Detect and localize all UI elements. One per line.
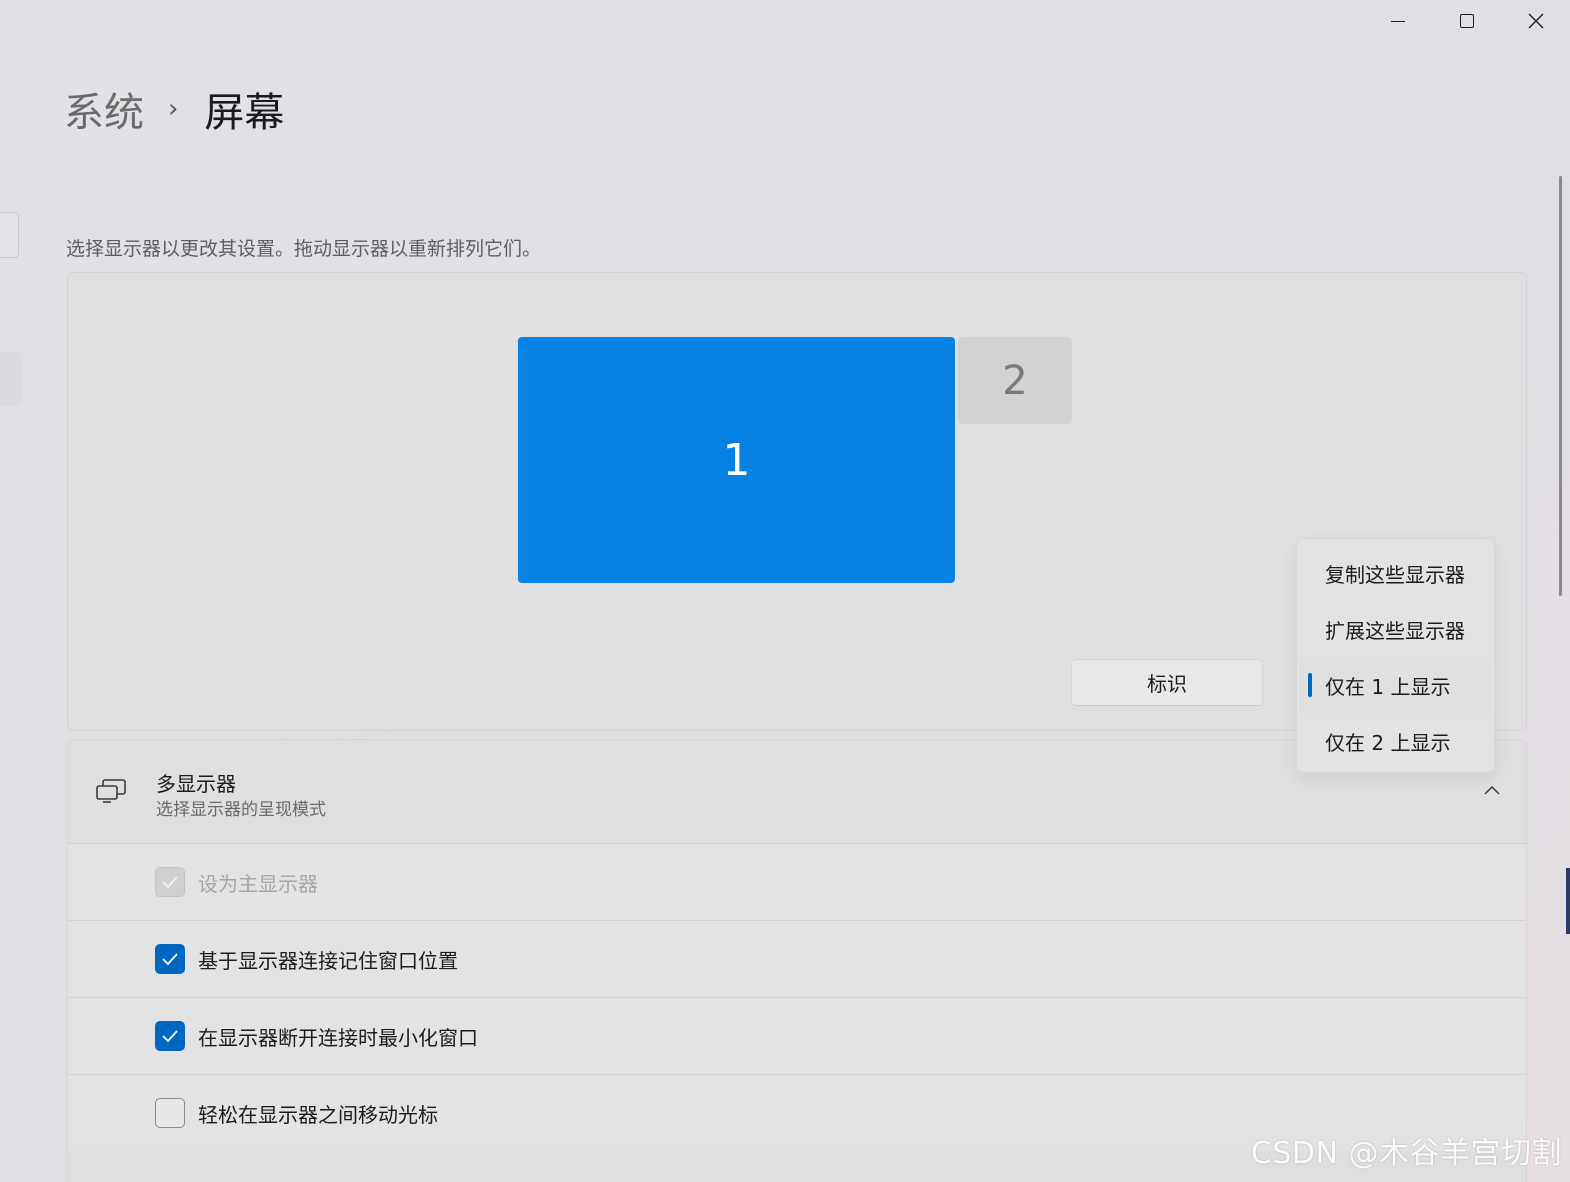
minimize-on-disconnect-label: 在显示器断开连接时最小化窗口 xyxy=(198,1025,478,1050)
ease-cursor-movement-checkbox[interactable] xyxy=(155,1098,185,1128)
page-title: 屏幕 xyxy=(204,90,285,136)
menu-item-label: 仅在 2 上显示 xyxy=(1325,730,1451,755)
nav-pane-edge[interactable] xyxy=(0,212,19,258)
breadcrumb: 系统 › 屏幕 xyxy=(64,80,284,138)
remember-window-positions-checkbox[interactable] xyxy=(155,944,185,974)
checkmark-icon xyxy=(162,953,178,966)
chevron-up-icon xyxy=(1484,785,1500,795)
multi-monitor-icon xyxy=(96,779,126,803)
menu-item-extend[interactable]: 扩展这些显示器 xyxy=(1299,601,1492,657)
chevron-right-icon: › xyxy=(168,94,179,124)
close-icon xyxy=(1528,13,1543,29)
multiple-displays-title: 多显示器 xyxy=(156,772,236,796)
option-row-remember-window-positions: 基于显示器连接记住窗口位置 xyxy=(68,920,1526,997)
menu-item-label: 复制这些显示器 xyxy=(1325,562,1465,587)
arrangement-hint: 选择显示器以更改其设置。拖动显示器以重新排列它们。 xyxy=(66,238,542,260)
menu-item-show-only-2[interactable]: 仅在 2 上显示 xyxy=(1299,713,1492,769)
maximize-icon xyxy=(1459,14,1474,28)
checkmark-icon xyxy=(162,1030,178,1043)
menu-item-show-only-1[interactable]: 仅在 1 上显示 xyxy=(1299,657,1492,713)
minimize-button[interactable] xyxy=(1363,0,1432,42)
ease-cursor-movement-label: 轻松在显示器之间移动光标 xyxy=(198,1102,438,1127)
minimize-icon xyxy=(1390,20,1405,22)
monitor-1-tile[interactable]: 1 xyxy=(518,337,955,583)
watermark: CSDN @木谷羊宫切割 xyxy=(1250,1136,1562,1171)
primary-display-checkbox[interactable] xyxy=(155,867,185,897)
background-window-edge xyxy=(1566,868,1570,934)
scrollbar[interactable] xyxy=(1559,176,1562,596)
menu-item-label: 仅在 1 上显示 xyxy=(1325,674,1451,699)
nav-pane-item-edge[interactable] xyxy=(0,352,21,406)
breadcrumb-parent-system[interactable]: 系统 xyxy=(64,80,144,138)
window-controls xyxy=(1363,0,1570,42)
checkmark-icon xyxy=(162,876,178,889)
remember-window-positions-label: 基于显示器连接记住窗口位置 xyxy=(198,948,458,973)
minimize-on-disconnect-checkbox[interactable] xyxy=(155,1021,185,1051)
monitor-2-tile[interactable]: 2 xyxy=(958,337,1072,424)
menu-item-duplicate[interactable]: 复制这些显示器 xyxy=(1299,545,1492,601)
identify-button[interactable]: 标识 xyxy=(1071,659,1263,706)
maximize-button[interactable] xyxy=(1432,0,1501,42)
multiple-displays-section: 多显示器 选择显示器的呈现模式 设为主显示器 基于显示器连接记住窗口位置 在显示… xyxy=(67,739,1527,1182)
menu-item-label: 扩展这些显示器 xyxy=(1325,618,1465,643)
option-row-minimize-on-disconnect: 在显示器断开连接时最小化窗口 xyxy=(68,997,1526,1074)
close-button[interactable] xyxy=(1501,0,1570,42)
display-mode-dropdown: 复制这些显示器 扩展这些显示器 仅在 1 上显示 仅在 2 上显示 xyxy=(1296,538,1495,773)
multiple-displays-subtitle: 选择显示器的呈现模式 xyxy=(156,800,326,820)
selection-indicator xyxy=(1308,673,1312,697)
primary-display-label: 设为主显示器 xyxy=(198,871,318,896)
option-row-primary-display: 设为主显示器 xyxy=(68,843,1526,920)
